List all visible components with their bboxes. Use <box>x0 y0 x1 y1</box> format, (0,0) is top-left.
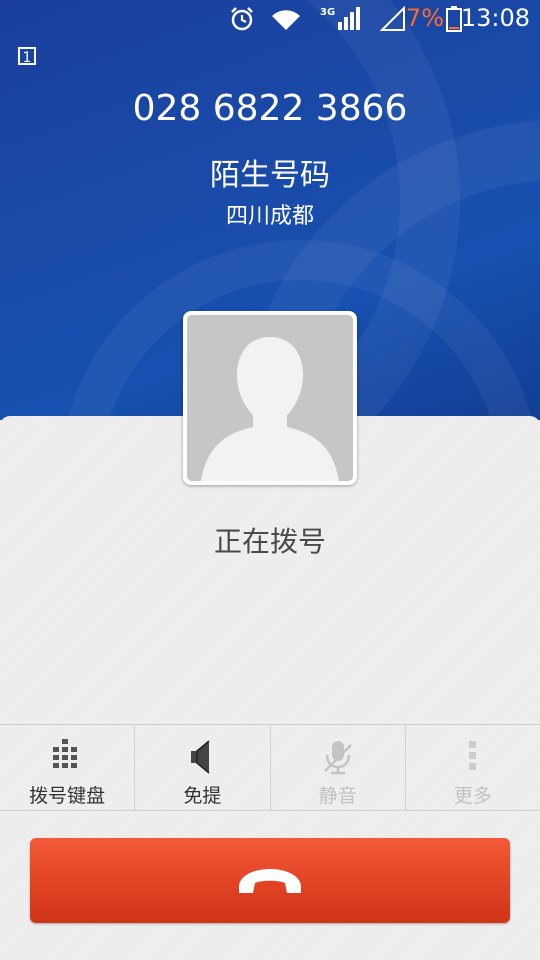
status-bar: 3G 7% 13:08 <box>0 0 540 38</box>
avatar <box>183 311 357 485</box>
dialpad-button[interactable]: 拨号键盘 <box>0 725 136 810</box>
alarm-icon <box>229 6 255 36</box>
speaker-label: 免提 <box>183 785 222 807</box>
call-status: 正在拨号 <box>213 525 326 558</box>
speaker-button[interactable]: 免提 <box>135 725 271 810</box>
mute-icon <box>321 739 355 779</box>
more-icon <box>468 739 478 777</box>
caller-location: 四川成都 <box>225 204 314 229</box>
clock: 13:08 <box>460 4 530 32</box>
speaker-icon <box>189 739 215 779</box>
default-contact-icon <box>187 315 353 481</box>
battery-percent: 7% <box>405 4 444 32</box>
mute-label: 静音 <box>318 785 357 807</box>
in-call-actions: 拨号键盘 免提 静音 更多 <box>0 724 540 811</box>
more-label: 更多 <box>453 785 492 807</box>
dialpad-icon <box>52 739 82 775</box>
end-call-button[interactable] <box>30 838 510 923</box>
wifi-icon <box>270 8 302 36</box>
dialpad-label: 拨号键盘 <box>29 785 106 807</box>
svg-text:3G: 3G <box>320 7 335 18</box>
mute-button[interactable]: 静音 <box>271 725 406 810</box>
battery-icon <box>446 6 462 36</box>
phone-number: 028 6822 3866 <box>132 88 408 129</box>
sim-slot-badge: 1 <box>18 47 36 66</box>
no-sim-signal-icon <box>379 5 406 36</box>
signal-icon: 3G <box>320 4 362 36</box>
caller-type: 陌生号码 <box>210 158 330 193</box>
more-button[interactable]: 更多 <box>406 725 540 810</box>
end-call-icon <box>239 868 301 893</box>
